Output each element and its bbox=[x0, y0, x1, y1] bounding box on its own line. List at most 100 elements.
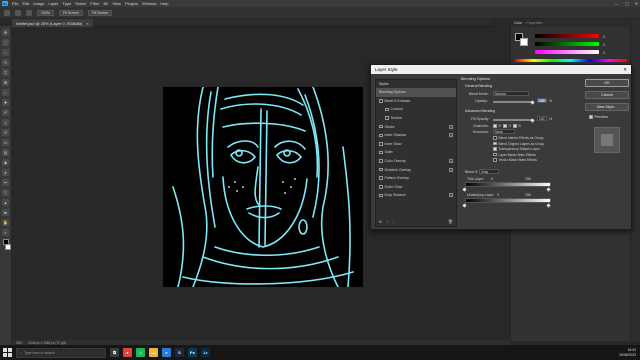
add-style-icon[interactable]: + bbox=[449, 133, 453, 138]
style-item[interactable]: Gradient Overlay + bbox=[376, 165, 456, 174]
blend-if-select[interactable]: Gray bbox=[479, 169, 499, 174]
fill-screen-button[interactable]: Fill Screen bbox=[87, 9, 113, 16]
red-value[interactable]: 0 bbox=[603, 33, 605, 41]
menu-edit[interactable]: Edit bbox=[22, 1, 29, 6]
style-checkbox[interactable] bbox=[379, 133, 383, 138]
style-checkbox[interactable] bbox=[379, 167, 383, 172]
underlying-white-knob[interactable] bbox=[546, 203, 551, 208]
style-item[interactable]: Inner Shadow + bbox=[376, 131, 456, 140]
menu-3d[interactable]: 3D bbox=[103, 1, 108, 6]
this-layer-gradient[interactable] bbox=[465, 182, 551, 187]
history-brush-tool-icon[interactable]: ↺ bbox=[2, 129, 9, 136]
steam-icon[interactable]: S bbox=[175, 348, 184, 357]
clone-stamp-tool-icon[interactable]: ⊥ bbox=[2, 119, 9, 126]
style-checkbox[interactable] bbox=[379, 150, 383, 155]
artwork-canvas[interactable] bbox=[163, 87, 363, 287]
new-style-button[interactable]: New Style... bbox=[585, 103, 629, 111]
tab-color[interactable]: Color bbox=[514, 21, 522, 25]
blend-option-checkbox[interactable] bbox=[493, 136, 497, 140]
opacity-slider[interactable] bbox=[493, 101, 533, 103]
lightroom-icon[interactable]: Lr bbox=[201, 348, 210, 357]
style-item[interactable]: Color Overlay + bbox=[376, 157, 456, 166]
style-item[interactable]: Bevel & Emboss bbox=[376, 97, 456, 106]
type-tool-icon[interactable]: T bbox=[2, 189, 9, 196]
style-checkbox[interactable] bbox=[385, 116, 389, 120]
menu-plugins[interactable]: Plugins bbox=[125, 1, 138, 6]
close-window-button[interactable]: ✕ bbox=[635, 1, 638, 6]
style-item[interactable]: Inner Glow bbox=[376, 140, 456, 149]
add-style-icon[interactable]: + bbox=[449, 167, 453, 172]
this-layer-black-knob[interactable] bbox=[462, 187, 467, 192]
green-value[interactable]: 0 bbox=[603, 41, 605, 49]
marquee-tool-icon[interactable]: ⬚ bbox=[2, 39, 9, 46]
explorer-icon[interactable]: ▬ bbox=[149, 348, 158, 357]
style-item[interactable]: Satin bbox=[376, 148, 456, 157]
channel-b-checkbox[interactable] bbox=[513, 124, 517, 128]
maximize-button[interactable]: ▢ bbox=[625, 1, 629, 6]
document-tab[interactable]: Walfel.psd @ 25% (Layer 0, RGB/8#) × bbox=[12, 19, 93, 27]
close-tab-icon[interactable]: × bbox=[86, 21, 88, 26]
fit-screen-button[interactable]: Fit Screen bbox=[58, 9, 83, 16]
hand-tool-icon[interactable] bbox=[15, 9, 21, 16]
menu-view[interactable]: View bbox=[112, 1, 121, 6]
style-checkbox[interactable] bbox=[379, 176, 383, 180]
dodge-tool-icon[interactable]: ● bbox=[2, 169, 9, 176]
this-layer-white-knob[interactable] bbox=[546, 187, 551, 192]
move-down-icon[interactable]: ↓ bbox=[392, 219, 394, 224]
eyedropper-tool-icon[interactable]: ⁄ bbox=[2, 89, 9, 96]
zoom-value[interactable]: 100% bbox=[37, 9, 54, 16]
menu-type[interactable]: Type bbox=[63, 1, 72, 6]
photoshop-icon[interactable]: Ps bbox=[188, 348, 197, 357]
fx-icon[interactable]: fx bbox=[379, 219, 382, 224]
fill-opacity-slider[interactable] bbox=[493, 119, 533, 121]
blend-mode-select[interactable]: Normal bbox=[493, 91, 529, 96]
channel-g-checkbox[interactable] bbox=[503, 124, 507, 128]
windows-start-icon[interactable] bbox=[3, 348, 12, 357]
style-checkbox[interactable] bbox=[385, 107, 389, 112]
quick-select-tool-icon[interactable]: ✎ bbox=[2, 59, 9, 66]
channel-r-checkbox[interactable] bbox=[493, 124, 497, 128]
blend-option-check[interactable]: Blend Clipped Layers as Group bbox=[493, 142, 544, 146]
red-slider[interactable] bbox=[535, 34, 599, 38]
styles-header[interactable]: Styles bbox=[376, 80, 456, 88]
style-checkbox[interactable] bbox=[379, 99, 383, 103]
add-style-icon[interactable]: + bbox=[449, 124, 453, 129]
menu-select[interactable]: Select bbox=[75, 1, 86, 6]
style-item[interactable]: Texture bbox=[376, 114, 456, 123]
opacity-input[interactable]: 100 bbox=[537, 98, 547, 103]
fill-opacity-knob[interactable] bbox=[530, 118, 535, 123]
menu-filter[interactable]: Filter bbox=[90, 1, 99, 6]
add-style-icon[interactable]: + bbox=[449, 159, 453, 164]
lasso-tool-icon[interactable]: ◌ bbox=[2, 49, 9, 56]
style-checkbox[interactable] bbox=[379, 185, 383, 189]
brush-tool-icon[interactable]: ✐ bbox=[2, 109, 9, 116]
spotify-icon[interactable]: ♫ bbox=[136, 348, 145, 357]
menu-file[interactable]: File bbox=[12, 1, 18, 6]
trash-icon[interactable]: 🗑 bbox=[448, 219, 453, 224]
move-tool-icon[interactable]: ✥ bbox=[2, 29, 9, 36]
channel-g[interactable]: G bbox=[503, 124, 511, 128]
crop-tool-icon[interactable]: ⌗ bbox=[2, 69, 9, 76]
blend-option-checkbox[interactable] bbox=[493, 158, 497, 162]
channel-r[interactable]: R bbox=[493, 124, 501, 128]
rectangle-tool-icon[interactable]: ■ bbox=[2, 209, 9, 216]
style-item[interactable]: Outer Glow bbox=[376, 183, 456, 192]
eraser-tool-icon[interactable]: ▭ bbox=[2, 139, 9, 146]
blend-option-check[interactable]: Vector Mask Hides Effects bbox=[493, 158, 537, 162]
color-ramp[interactable] bbox=[515, 59, 627, 62]
task-view-icon[interactable]: ⧉ bbox=[110, 348, 119, 357]
background-swatch[interactable] bbox=[520, 38, 528, 46]
menu-help[interactable]: Help bbox=[160, 1, 168, 6]
channel-b[interactable]: B bbox=[513, 124, 521, 128]
zoom-tool-icon[interactable]: ⌕ bbox=[2, 229, 9, 236]
blend-option-checkbox[interactable] bbox=[493, 141, 497, 146]
fill-opacity-input[interactable]: 100 bbox=[537, 116, 547, 121]
home-icon[interactable] bbox=[4, 9, 10, 16]
gradient-tool-icon[interactable]: ▤ bbox=[2, 149, 9, 156]
underlying-black-knob[interactable] bbox=[462, 203, 467, 208]
menu-image[interactable]: Image bbox=[33, 1, 44, 6]
blend-option-checkbox[interactable] bbox=[493, 152, 497, 157]
blur-tool-icon[interactable]: ◆ bbox=[2, 159, 9, 166]
ok-button[interactable]: OK bbox=[585, 79, 629, 87]
path-select-tool-icon[interactable]: ▲ bbox=[2, 199, 9, 206]
